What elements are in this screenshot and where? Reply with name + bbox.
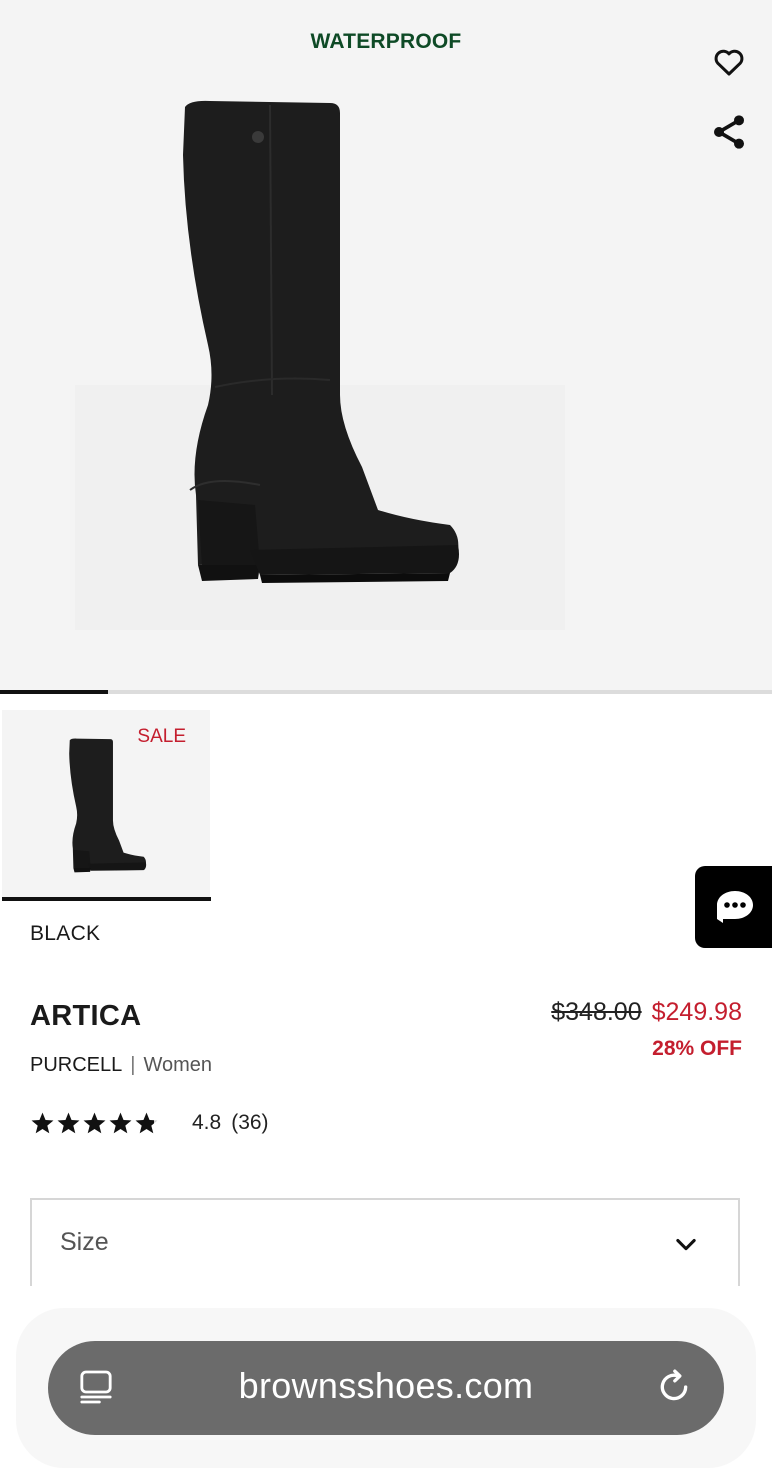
product-rating[interactable]: 4.8 (36) xyxy=(30,1106,269,1140)
selected-color-label: BLACK xyxy=(30,922,101,945)
original-price: $348.00 xyxy=(551,998,642,1026)
star-icon xyxy=(109,1112,132,1133)
size-dropdown[interactable]: Size xyxy=(30,1198,740,1286)
size-dropdown-label: Size xyxy=(60,1228,109,1256)
star-icon xyxy=(57,1112,80,1133)
review-count[interactable]: (36) xyxy=(231,1111,268,1135)
gallery-progress-bar xyxy=(0,690,772,694)
share-icon[interactable] xyxy=(709,112,749,152)
price-block: $348.00 $249.98 28% OFF xyxy=(551,998,742,1061)
product-image xyxy=(183,100,459,583)
gallery-progress-fill xyxy=(0,690,109,694)
heart-outline-icon[interactable] xyxy=(711,44,747,80)
address-bar[interactable]: brownsshoes.com xyxy=(48,1341,724,1435)
chat-bubble-icon xyxy=(717,891,753,923)
product-image-gallery[interactable]: WATERPROOF xyxy=(0,0,772,692)
sale-price: $249.98 xyxy=(651,998,742,1026)
brand-name[interactable]: PURCELL xyxy=(30,1054,122,1076)
url-text: brownsshoes.com xyxy=(238,1365,534,1406)
star-icon xyxy=(31,1112,54,1133)
brand-line: PURCELL | Women xyxy=(30,1054,212,1077)
star-icon xyxy=(83,1112,106,1133)
product-title: ARTICA xyxy=(30,1000,142,1032)
chevron-down-icon xyxy=(676,1238,696,1251)
color-swatch-black[interactable]: SALE xyxy=(2,710,210,898)
selected-swatch-indicator xyxy=(2,897,211,901)
discount-label: 28% OFF xyxy=(652,1037,742,1060)
category-name: Women xyxy=(143,1054,213,1076)
chat-button[interactable] xyxy=(695,866,772,948)
brand-separator: | xyxy=(130,1054,136,1076)
rating-stars xyxy=(30,1111,160,1136)
star-icon xyxy=(135,1112,158,1133)
thumbnail-image xyxy=(69,738,147,873)
waterproof-badge: WATERPROOF xyxy=(310,30,462,53)
rating-value: 4.8 xyxy=(192,1111,222,1134)
reload-icon[interactable] xyxy=(654,1367,694,1407)
